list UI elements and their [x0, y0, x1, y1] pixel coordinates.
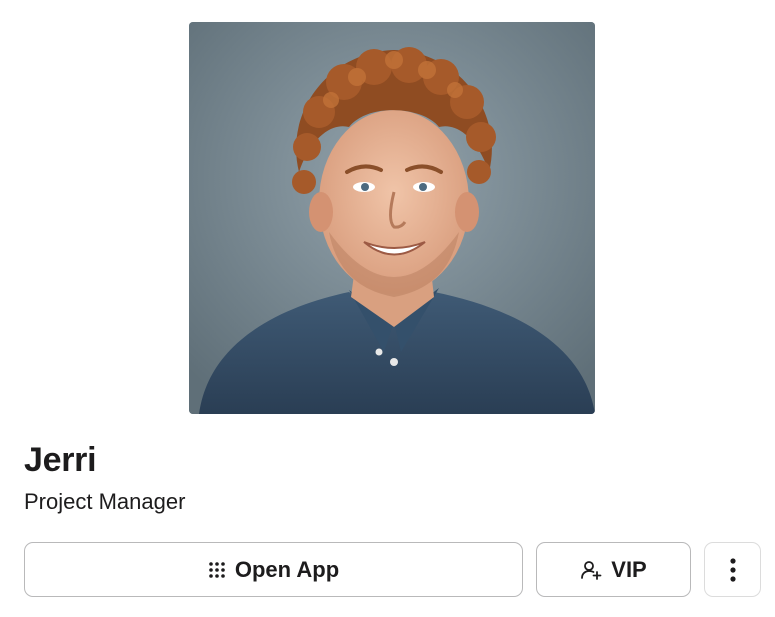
vip-label: VIP	[611, 556, 647, 582]
more-actions-button[interactable]	[704, 542, 761, 597]
open-app-label: Open App	[234, 556, 340, 582]
profile-title: Project Manager	[24, 489, 186, 514]
user-plus-icon	[581, 560, 602, 580]
profile-photo[interactable]	[189, 22, 595, 414]
vertical-ellipsis-icon	[729, 557, 736, 582]
profile-photo-illustration	[189, 22, 595, 414]
open-app-button[interactable]: Open App	[24, 542, 523, 597]
grid-dots-icon	[209, 561, 225, 578]
profile-card: Jerri Project Manager Open App VIP	[0, 0, 775, 617]
profile-name: Jerri	[24, 441, 97, 479]
vip-button[interactable]: VIP	[536, 542, 691, 597]
